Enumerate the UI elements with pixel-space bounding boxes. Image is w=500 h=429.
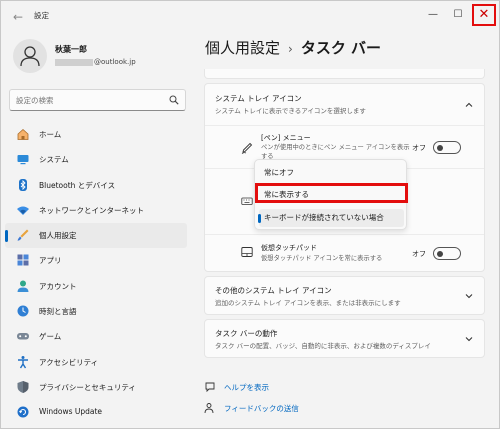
dropdown-option-when-no-keyboard[interactable]: キーボードが接続されていない場合 xyxy=(258,209,404,227)
close-button[interactable]: ✕ xyxy=(472,4,496,26)
feedback-icon xyxy=(204,403,214,414)
accessibility-icon xyxy=(18,355,28,369)
apps-icon xyxy=(17,254,29,266)
user-icon xyxy=(20,46,40,67)
settings-window: ← 設定 — ☐ ✕ 秋葉一郎 @outlook.jp ホーム xyxy=(0,0,500,429)
gaming-icon xyxy=(17,333,29,340)
sidebar-item-label: Windows Update xyxy=(39,407,103,417)
sidebar-item-label: 個人用設定 xyxy=(39,231,77,241)
touchpad-toggle[interactable] xyxy=(433,247,461,260)
bluetooth-icon xyxy=(19,178,27,191)
sidebar-item-label: Bluetooth とデバイス xyxy=(39,180,116,190)
sidebar-item-privacy[interactable]: プライバシーとセキュリティ xyxy=(5,375,187,400)
sidebar-item-apps[interactable]: アプリ xyxy=(5,248,187,273)
system-icon xyxy=(17,155,29,165)
pen-menu-state: オフ xyxy=(412,144,426,152)
account-icon xyxy=(17,280,29,292)
sidebar-item-system[interactable]: システム xyxy=(5,147,187,172)
taskbar-behavior-title: タスク バーの動作 xyxy=(215,329,278,338)
user-email-domain: @outlook.jp xyxy=(94,58,136,66)
breadcrumb-parent[interactable]: 個人用設定 xyxy=(205,39,280,57)
search-icon[interactable] xyxy=(169,95,179,105)
touchpad-title: 仮想タッチパッド xyxy=(261,244,317,252)
sidebar-item-windows-update[interactable]: Windows Update xyxy=(5,400,187,425)
network-icon xyxy=(17,206,29,215)
personalization-icon xyxy=(17,229,29,241)
user-name: 秋葉一郎 xyxy=(55,45,87,54)
pen-menu-toggle[interactable] xyxy=(433,141,461,154)
email-redaction xyxy=(55,58,93,66)
help-icon xyxy=(205,382,215,393)
sidebar-item-time-language[interactable]: 時刻と言語 xyxy=(5,299,187,324)
chevron-down-icon[interactable] xyxy=(464,291,474,301)
sidebar-item-label: アプリ xyxy=(39,256,62,266)
privacy-icon xyxy=(17,380,29,393)
sidebar-item-label: システム xyxy=(39,155,69,165)
breadcrumb: 個人用設定 › タスク バー xyxy=(205,37,381,58)
keyboard-icon xyxy=(241,197,253,205)
sidebar-item-label: 時刻と言語 xyxy=(39,307,77,317)
sidebar-item-label: アクセシビリティ xyxy=(39,357,99,367)
other-tray-icons-subtitle: 追加のシステム トレイ アイコンを表示、または非表示にします xyxy=(215,299,401,307)
touchpad-icon xyxy=(241,247,253,257)
windows-update-icon xyxy=(17,406,29,418)
help-link-label[interactable]: ヘルプを表示 xyxy=(224,382,269,393)
divider xyxy=(205,234,484,235)
dropdown-option-always-off[interactable]: 常にオフ xyxy=(255,164,406,182)
pen-menu-title: [ペン] メニュー xyxy=(261,134,311,142)
sidebar-item-accessibility[interactable]: アクセシビリティ xyxy=(5,350,187,375)
sidebar-nav: ホーム システム Bluetooth とデバイス ネットワークとインターネット xyxy=(5,122,187,426)
search-input[interactable] xyxy=(16,93,166,108)
other-tray-icons-title: その他のシステム トレイ アイコン xyxy=(215,286,332,295)
touchpad-state: オフ xyxy=(412,250,426,258)
breadcrumb-separator: › xyxy=(288,42,293,56)
sidebar-item-network[interactable]: ネットワークとインターネット xyxy=(5,198,187,223)
sidebar-item-home[interactable]: ホーム xyxy=(5,122,187,147)
search-box[interactable] xyxy=(9,89,186,111)
highlight-annotation xyxy=(255,183,408,203)
other-tray-icons-panel[interactable]: その他のシステム トレイ アイコン 追加のシステム トレイ アイコンを表示、また… xyxy=(204,276,485,315)
divider xyxy=(205,125,484,126)
sidebar-item-bluetooth[interactable]: Bluetooth とデバイス xyxy=(5,173,187,198)
sidebar-item-label: ゲーム xyxy=(39,332,62,342)
chevron-down-icon[interactable] xyxy=(464,334,474,344)
touchpad-subtitle: 仮想タッチパッド アイコンを常に表示する xyxy=(261,255,383,262)
sidebar-item-label: ネットワークとインターネット xyxy=(39,205,144,215)
taskbar-behavior-panel[interactable]: タスク バーの動作 タスク バーの配置、バッジ、自動的に非表示、および複数のディ… xyxy=(204,319,485,358)
sidebar-item-accounts[interactable]: アカウント xyxy=(5,274,187,299)
chevron-up-icon[interactable] xyxy=(464,100,474,110)
sidebar-item-label: プライバシーとセキュリティ xyxy=(39,382,136,392)
maximize-button[interactable]: ☐ xyxy=(447,5,469,25)
sidebar-item-label: ホーム xyxy=(39,130,62,139)
taskbar-behavior-subtitle: タスク バーの配置、バッジ、自動的に非表示、および複数のディスプレイ xyxy=(215,342,431,350)
previous-settings-panel xyxy=(204,69,485,79)
tray-panel-subtitle: システム トレイに表示できるアイコンを選択します xyxy=(215,107,366,115)
tray-panel-title: システム トレイ アイコン xyxy=(215,94,302,103)
sidebar-item-personalization[interactable]: 個人用設定 xyxy=(5,223,187,249)
sidebar-item-gaming[interactable]: ゲーム xyxy=(5,324,187,349)
app-title: 設定 xyxy=(34,11,49,20)
pen-icon xyxy=(241,142,253,154)
avatar[interactable] xyxy=(13,39,47,73)
feedback-link-label[interactable]: フィードバックの送信 xyxy=(224,403,299,414)
home-icon xyxy=(17,128,29,140)
time-language-icon xyxy=(17,305,29,317)
back-arrow-icon[interactable]: ← xyxy=(9,8,27,26)
page-title: タスク バー xyxy=(300,39,382,57)
sidebar-item-label: アカウント xyxy=(39,281,77,291)
minimize-button[interactable]: — xyxy=(422,5,444,25)
title-bar: ← 設定 — ☐ ✕ xyxy=(1,1,499,33)
user-email: @outlook.jp xyxy=(55,58,136,66)
